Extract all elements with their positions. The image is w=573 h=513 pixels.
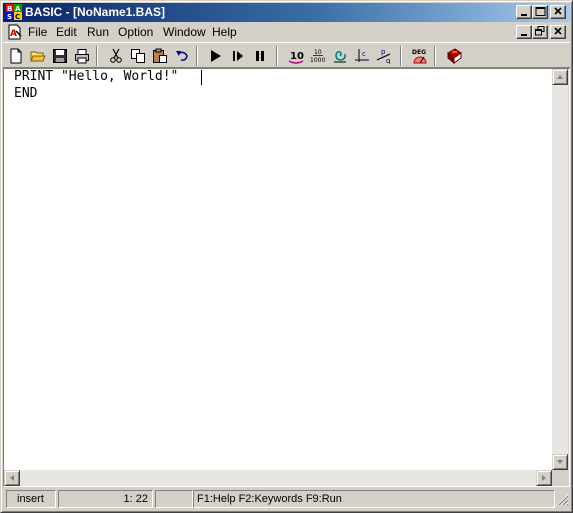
menu-window[interactable]: Window <box>163 25 206 39</box>
mdi-minimize-button[interactable] <box>516 25 532 39</box>
menu-file[interactable]: File <box>28 25 47 39</box>
pq-button[interactable]: p q <box>374 46 394 66</box>
svg-text:A: A <box>15 5 21 13</box>
spiral-button[interactable] <box>330 46 350 66</box>
code-editor[interactable]: PRINT "Hello, World!" END <box>4 69 552 470</box>
scroll-down-button[interactable] <box>552 454 568 470</box>
status-spacer <box>155 490 193 508</box>
maximize-button[interactable] <box>532 5 548 19</box>
status-cursor-position: 1: 22 <box>58 490 153 508</box>
new-file-button[interactable] <box>6 46 26 66</box>
scissors-icon <box>110 48 122 63</box>
deg-mode-button[interactable]: DEG <box>410 46 430 66</box>
mdi-close-button[interactable] <box>550 25 566 39</box>
save-button[interactable] <box>50 46 70 66</box>
pq-icon: p q <box>376 48 390 64</box>
svg-text:B: B <box>7 5 12 13</box>
toolbar-separator <box>276 46 278 66</box>
pause-button[interactable] <box>250 46 270 66</box>
svg-text:S: S <box>7 13 12 20</box>
deg-label: DEG <box>412 49 426 56</box>
print-icon <box>75 49 89 64</box>
integral-button[interactable]: c <box>352 46 372 66</box>
code-line-2[interactable]: END <box>14 86 37 102</box>
fraction-mode-button[interactable]: 10 1000 <box>308 46 328 66</box>
pause-icon <box>256 51 264 61</box>
toolbar-separator <box>434 46 436 66</box>
new-file-icon <box>10 48 22 64</box>
status-mode: insert <box>6 490 56 508</box>
paste-icon <box>153 48 167 63</box>
scroll-left-button[interactable] <box>4 470 20 486</box>
menu-option[interactable]: Option <box>118 25 153 39</box>
step-icon <box>233 51 243 61</box>
resize-grip-icon[interactable] <box>555 492 569 506</box>
arrow-up-icon <box>557 75 563 79</box>
integral-icon: c <box>355 49 369 62</box>
basic-app-icon[interactable]: B A S C <box>6 4 22 21</box>
fraction-top-label: 10 <box>314 49 322 56</box>
window-title: BASIC - [NoName1.BAS] <box>25 5 166 19</box>
copy-button[interactable] <box>128 46 148 66</box>
decimal-label: 10 <box>290 51 304 62</box>
svg-text:A: A <box>10 29 17 39</box>
print-button[interactable] <box>72 46 92 66</box>
menu-edit[interactable]: Edit <box>56 25 77 39</box>
minimize-button[interactable] <box>516 5 532 19</box>
toolbar-separator <box>96 46 98 66</box>
horizontal-scrollbar[interactable] <box>4 470 552 486</box>
decimal-10-icon: 10 <box>288 51 304 64</box>
svg-text:p: p <box>381 48 386 56</box>
status-bar: insert 1: 22 F1:Help F2:Keywords F9:Run <box>3 488 570 510</box>
arrow-right-icon <box>542 475 546 481</box>
status-key-hints: F1:Help F2:Keywords F9:Run <box>193 490 555 508</box>
code-line-1[interactable]: PRINT "Hello, World!" <box>14 69 178 85</box>
undo-icon <box>176 51 188 61</box>
minimize-icon <box>521 34 527 36</box>
svg-text:C: C <box>15 13 20 20</box>
open-button[interactable] <box>28 46 48 66</box>
text-caret <box>201 70 202 85</box>
vertical-scrollbar[interactable] <box>552 69 568 470</box>
cut-button[interactable] <box>106 46 126 66</box>
close-icon <box>554 27 562 35</box>
fraction-icon: 10 1000 <box>310 49 325 64</box>
toolbar: 10 10 1000 c p q DEG <box>3 42 570 68</box>
restore-icon <box>535 26 545 36</box>
menu-run[interactable]: Run <box>87 25 109 39</box>
undo-button[interactable] <box>172 46 192 66</box>
copy-icon <box>131 49 145 63</box>
decimal-mode-button[interactable]: 10 <box>286 46 306 66</box>
arrow-down-icon <box>557 460 563 464</box>
mdi-restore-button[interactable] <box>532 25 548 39</box>
menu-help[interactable]: Help <box>212 25 237 39</box>
scroll-corner <box>552 470 568 486</box>
menu-bar: A File Edit Run Option Window Help <box>3 23 570 41</box>
scroll-right-button[interactable] <box>536 470 552 486</box>
spiral-icon <box>334 51 346 63</box>
document-icon[interactable]: A <box>7 24 23 40</box>
maximize-icon <box>535 7 546 16</box>
run-button[interactable] <box>206 46 226 66</box>
fraction-bottom-label: 1000 <box>310 57 325 64</box>
toolbar-separator <box>196 46 198 66</box>
toolbar-separator <box>400 46 402 66</box>
step-button[interactable] <box>228 46 248 66</box>
open-folder-icon <box>30 51 46 62</box>
save-icon <box>53 49 67 63</box>
minimize-icon <box>521 14 527 16</box>
close-button[interactable] <box>550 5 566 19</box>
scroll-up-button[interactable] <box>552 69 568 85</box>
protractor-icon: DEG <box>412 49 427 64</box>
help-book-button[interactable] <box>444 46 464 66</box>
title-bar[interactable]: B A S C BASIC - [NoName1.BAS] <box>3 3 570 22</box>
paste-button[interactable] <box>150 46 170 66</box>
close-icon <box>554 7 562 15</box>
play-icon <box>211 50 221 62</box>
arrow-left-icon <box>10 475 14 481</box>
svg-text:c: c <box>362 50 366 58</box>
help-book-icon <box>447 48 462 64</box>
svg-text:q: q <box>386 57 390 64</box>
